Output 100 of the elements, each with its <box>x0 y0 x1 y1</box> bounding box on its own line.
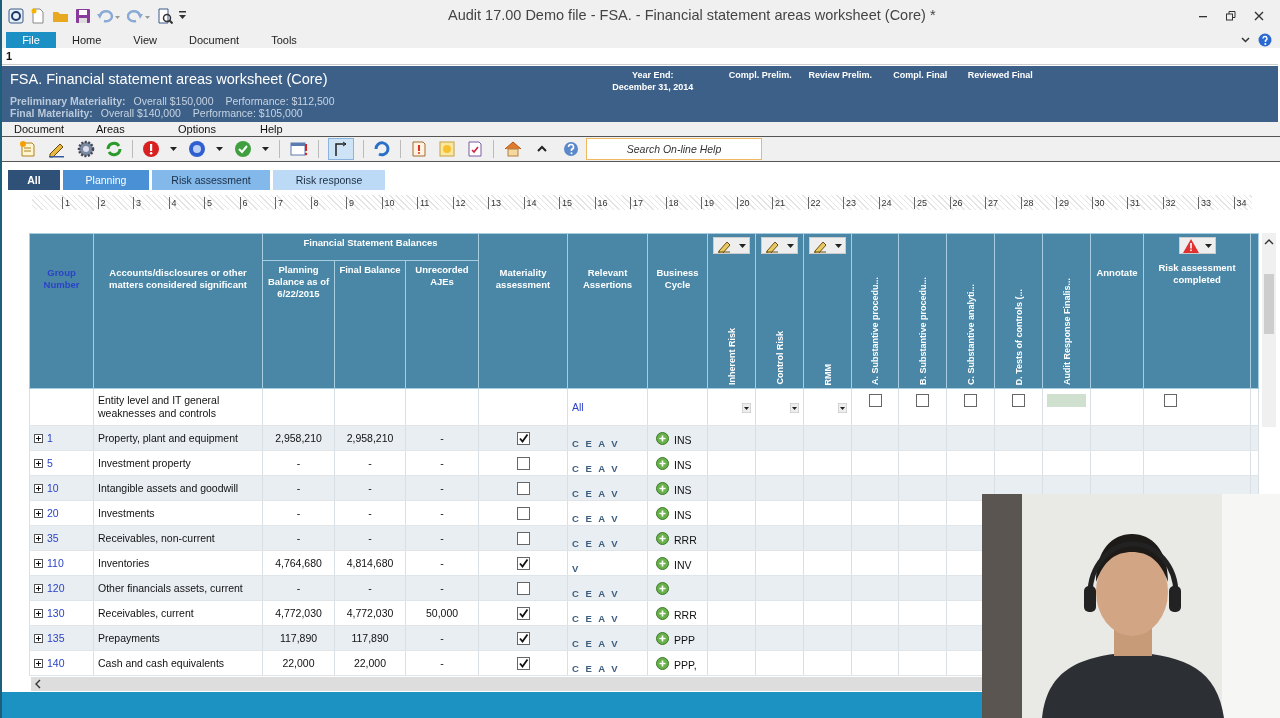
checkbox[interactable] <box>516 656 530 670</box>
group-number-link[interactable]: 20 <box>47 506 59 519</box>
menu-item[interactable]: Areas <box>84 122 166 136</box>
app-icon[interactable] <box>8 8 24 24</box>
caret-icon[interactable] <box>262 146 270 152</box>
expand-icon[interactable] <box>34 434 43 444</box>
group-number-link[interactable]: 140 <box>47 656 65 669</box>
column-header: Materiality assessment <box>494 267 552 291</box>
save-icon[interactable] <box>75 8 91 24</box>
dropdown-icon[interactable] <box>742 402 752 413</box>
alert-icon[interactable] <box>142 140 160 158</box>
circle-icon[interactable] <box>188 140 206 158</box>
assertions-link[interactable]: V <box>572 562 581 574</box>
edit-menu-button[interactable] <box>761 237 799 254</box>
checkbox[interactable] <box>516 556 530 570</box>
checkbox[interactable] <box>916 393 930 407</box>
document-alert-icon[interactable] <box>410 140 428 158</box>
checkbox[interactable] <box>516 531 530 545</box>
restore-icon[interactable] <box>1226 11 1236 21</box>
ribbon-tab[interactable]: View <box>117 32 173 48</box>
expand-icon[interactable] <box>34 584 43 594</box>
menu-item[interactable]: Help <box>248 122 330 136</box>
edit-menu-button[interactable] <box>809 237 847 254</box>
add-icon[interactable] <box>656 656 670 670</box>
group-number-link[interactable]: 135 <box>47 631 65 644</box>
ruler-number: 25 <box>914 197 950 209</box>
expand-icon[interactable] <box>34 534 43 544</box>
add-icon[interactable] <box>656 456 670 470</box>
expand-icon[interactable] <box>34 659 43 669</box>
search-field[interactable]: Search On-line Help <box>586 138 762 160</box>
menu-item[interactable]: Document <box>2 122 84 136</box>
status-field[interactable] <box>1047 394 1087 407</box>
cell-editor-field[interactable]: 1 <box>2 48 1278 65</box>
checkbox[interactable] <box>516 456 530 470</box>
expand-icon[interactable] <box>34 484 43 494</box>
help-icon[interactable] <box>561 140 581 158</box>
list-alert-icon[interactable] <box>289 140 309 158</box>
ribbon-tab[interactable]: Tools <box>255 32 313 48</box>
gear-icon[interactable] <box>77 140 95 158</box>
group-number-link[interactable]: 130 <box>47 606 65 619</box>
checkbox[interactable] <box>1012 393 1026 407</box>
checkbox[interactable] <box>964 393 978 407</box>
add-icon[interactable] <box>656 481 670 495</box>
expand-icon[interactable] <box>34 609 43 619</box>
help-icon[interactable] <box>1258 33 1272 47</box>
checkbox[interactable] <box>1164 393 1178 407</box>
group-number-link[interactable]: 35 <box>47 531 59 544</box>
sync-icon[interactable] <box>373 140 391 158</box>
expand-icon[interactable] <box>34 509 43 519</box>
print-preview-icon[interactable] <box>157 8 173 24</box>
group-number-link[interactable]: 110 <box>47 556 64 569</box>
add-icon[interactable] <box>656 556 670 570</box>
add-icon[interactable] <box>656 631 670 645</box>
scrollbar[interactable] <box>31 677 983 691</box>
group-number-link[interactable]: 120 <box>47 581 65 594</box>
add-icon[interactable] <box>656 506 670 520</box>
edit-menu-button[interactable] <box>713 237 751 254</box>
checkbox[interactable] <box>516 581 530 595</box>
group-number-link[interactable]: 1 <box>47 431 53 444</box>
caret-icon[interactable] <box>216 146 224 152</box>
expand-icon[interactable] <box>34 459 43 469</box>
scrollbar-thumb[interactable] <box>1264 273 1275 334</box>
ribbon-tab[interactable]: Home <box>56 32 118 48</box>
expand-icon[interactable] <box>34 634 43 644</box>
filter-tab[interactable]: All <box>8 170 60 190</box>
account-name: Cash and cash equivalents <box>93 650 263 676</box>
close-icon[interactable] <box>1254 11 1264 21</box>
checkbox[interactable] <box>868 393 882 407</box>
add-icon[interactable] <box>656 581 670 595</box>
filter-tab[interactable]: Risk response <box>273 170 385 190</box>
expand-icon[interactable] <box>34 559 43 569</box>
tickmark-icon[interactable] <box>328 138 354 160</box>
ribbon-tab[interactable]: File <box>6 32 56 48</box>
menu-item[interactable]: Options <box>166 122 248 136</box>
dropdown-icon[interactable] <box>838 402 848 413</box>
account-name: Receivables, non-current <box>93 525 263 551</box>
checkbox[interactable] <box>516 431 530 445</box>
checkbox[interactable] <box>516 631 530 645</box>
add-icon[interactable] <box>656 431 670 445</box>
column-header: RMM <box>821 363 834 385</box>
dropdown-icon[interactable] <box>790 402 800 413</box>
check-icon[interactable] <box>234 140 252 158</box>
add-icon[interactable] <box>656 531 670 545</box>
home-icon[interactable] <box>503 140 523 158</box>
group-number-link[interactable]: 10 <box>47 481 59 494</box>
refresh-icon[interactable] <box>105 140 123 158</box>
caret-icon[interactable] <box>170 146 178 152</box>
document-check-icon[interactable] <box>466 140 484 158</box>
checkbox[interactable] <box>516 606 530 620</box>
add-icon[interactable] <box>656 606 670 620</box>
assertions-link[interactable]: All <box>572 400 584 413</box>
scrollbar[interactable] <box>1262 233 1277 427</box>
filter-tab[interactable]: Risk assessment <box>152 170 270 190</box>
checkbox[interactable] <box>516 481 530 495</box>
chevron-down-icon[interactable] <box>1241 37 1250 43</box>
warning-menu-button[interactable] <box>1178 237 1216 254</box>
customize-menu-icon[interactable] <box>179 11 187 21</box>
checkbox[interactable] <box>516 506 530 520</box>
group-number-link[interactable]: 5 <box>47 456 53 469</box>
ribbon-tab[interactable]: Document <box>173 32 256 48</box>
